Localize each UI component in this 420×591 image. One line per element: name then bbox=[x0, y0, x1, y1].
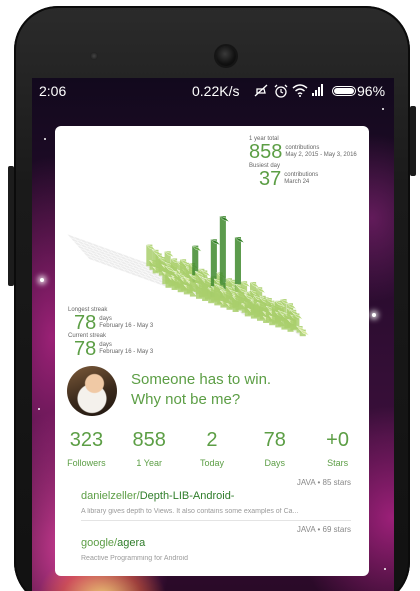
stat-value: 2 bbox=[206, 429, 218, 451]
star bbox=[40, 278, 44, 282]
star bbox=[44, 138, 46, 140]
profile-bio: Someone has to win. Why not be me? bbox=[131, 370, 271, 410]
bio-line-2: Why not be me? bbox=[131, 391, 241, 408]
star bbox=[372, 313, 376, 317]
bio-line-1: Someone has to win. bbox=[131, 371, 272, 388]
alarm-icon bbox=[274, 84, 288, 101]
contribution-bar-side bbox=[219, 216, 226, 298]
stat-days[interactable]: 78 Days bbox=[243, 428, 306, 468]
contributions-label: contributions bbox=[285, 145, 320, 151]
stat-label: Followers bbox=[67, 458, 106, 468]
longest-streak-unit: days bbox=[99, 316, 112, 322]
front-sensor bbox=[90, 52, 98, 60]
power-button bbox=[410, 106, 416, 176]
repo-item[interactable]: JAVA • 69 stars google/agera Reactive Pr… bbox=[81, 525, 351, 562]
github-contributions-widget[interactable]: 1 year total 858 contributions May 2, 20… bbox=[55, 126, 369, 576]
star bbox=[38, 408, 40, 410]
repo-owner: danielzeller/ bbox=[81, 490, 140, 502]
stat-label: Stars bbox=[327, 458, 349, 468]
current-streak-value: 78 bbox=[74, 338, 97, 360]
repo-meta: JAVA • 85 stars bbox=[296, 478, 351, 487]
stat-label: 1 Year bbox=[136, 458, 162, 468]
profile-section: Someone has to win. Why not be me? bbox=[67, 366, 367, 416]
battery-icon bbox=[332, 86, 356, 96]
contribution-summary: 1 year total 858 contributions May 2, 20… bbox=[249, 136, 357, 189]
battery-percent: 96% bbox=[357, 83, 386, 99]
stat-label: Days bbox=[264, 458, 286, 468]
star bbox=[384, 568, 386, 570]
phone-screen: 2:06 0.22K/s 96% 1 year total 858 contri… bbox=[32, 78, 394, 591]
star bbox=[382, 108, 384, 110]
stat-stars[interactable]: +0 Stars bbox=[306, 428, 369, 468]
longest-streak-value: 78 bbox=[74, 312, 97, 334]
repo-title: agera bbox=[117, 537, 146, 549]
repo-divider bbox=[81, 520, 351, 521]
repo-description: A library gives depth to Views. It also … bbox=[81, 508, 299, 515]
stat-value: 323 bbox=[69, 429, 104, 451]
signal-icon bbox=[312, 84, 326, 99]
wifi-icon bbox=[292, 84, 308, 100]
stat-value: +0 bbox=[326, 429, 349, 451]
stat-label: Today bbox=[199, 458, 224, 468]
longest-streak: Longest streak 78 days February 16 - May… bbox=[68, 307, 154, 334]
stat-today[interactable]: 2 Today bbox=[181, 428, 244, 468]
busiest-day-date: March 24 bbox=[284, 179, 310, 185]
repo-name[interactable]: danielzeller/Depth-LIB-Android- bbox=[81, 490, 351, 502]
avatar[interactable] bbox=[67, 366, 117, 416]
year-range: May 2, 2015 - May 3, 2016 bbox=[285, 152, 357, 158]
mute-icon bbox=[254, 84, 268, 100]
current-streak: Current streak 78 days February 16 - May… bbox=[68, 333, 154, 360]
longest-streak-range: February 16 - May 3 bbox=[99, 323, 154, 329]
front-camera bbox=[216, 46, 236, 66]
stat-value: 858 bbox=[132, 429, 166, 451]
current-streak-unit: days bbox=[99, 342, 112, 348]
stat-followers[interactable]: 323 Followers bbox=[55, 428, 118, 468]
stat-1-year[interactable]: 858 1 Year bbox=[118, 428, 181, 468]
stat-value: 78 bbox=[263, 429, 286, 451]
repo-owner: google/ bbox=[81, 537, 118, 549]
repo-name[interactable]: google/agera bbox=[81, 537, 351, 549]
repo-meta: JAVA • 69 stars bbox=[296, 525, 351, 534]
year-total-value: 858 bbox=[249, 141, 283, 163]
status-time: 2:06 bbox=[39, 83, 67, 99]
repo-description: Reactive Programming for Android bbox=[81, 555, 188, 562]
current-streak-range: February 16 - May 3 bbox=[99, 349, 154, 355]
repo-item[interactable]: JAVA • 85 stars danielzeller/Depth-LIB-A… bbox=[81, 478, 351, 515]
volume-button bbox=[8, 166, 14, 286]
status-bar: 2:06 0.22K/s 96% bbox=[32, 78, 394, 104]
stats-row: 323 Followers 858 1 Year 2 Today 78 Days… bbox=[55, 428, 369, 468]
network-speed: 0.22K/s bbox=[192, 83, 240, 99]
repo-title: Depth-LIB-Android- bbox=[139, 490, 235, 502]
busiest-contributions-label: contributions bbox=[284, 172, 319, 178]
